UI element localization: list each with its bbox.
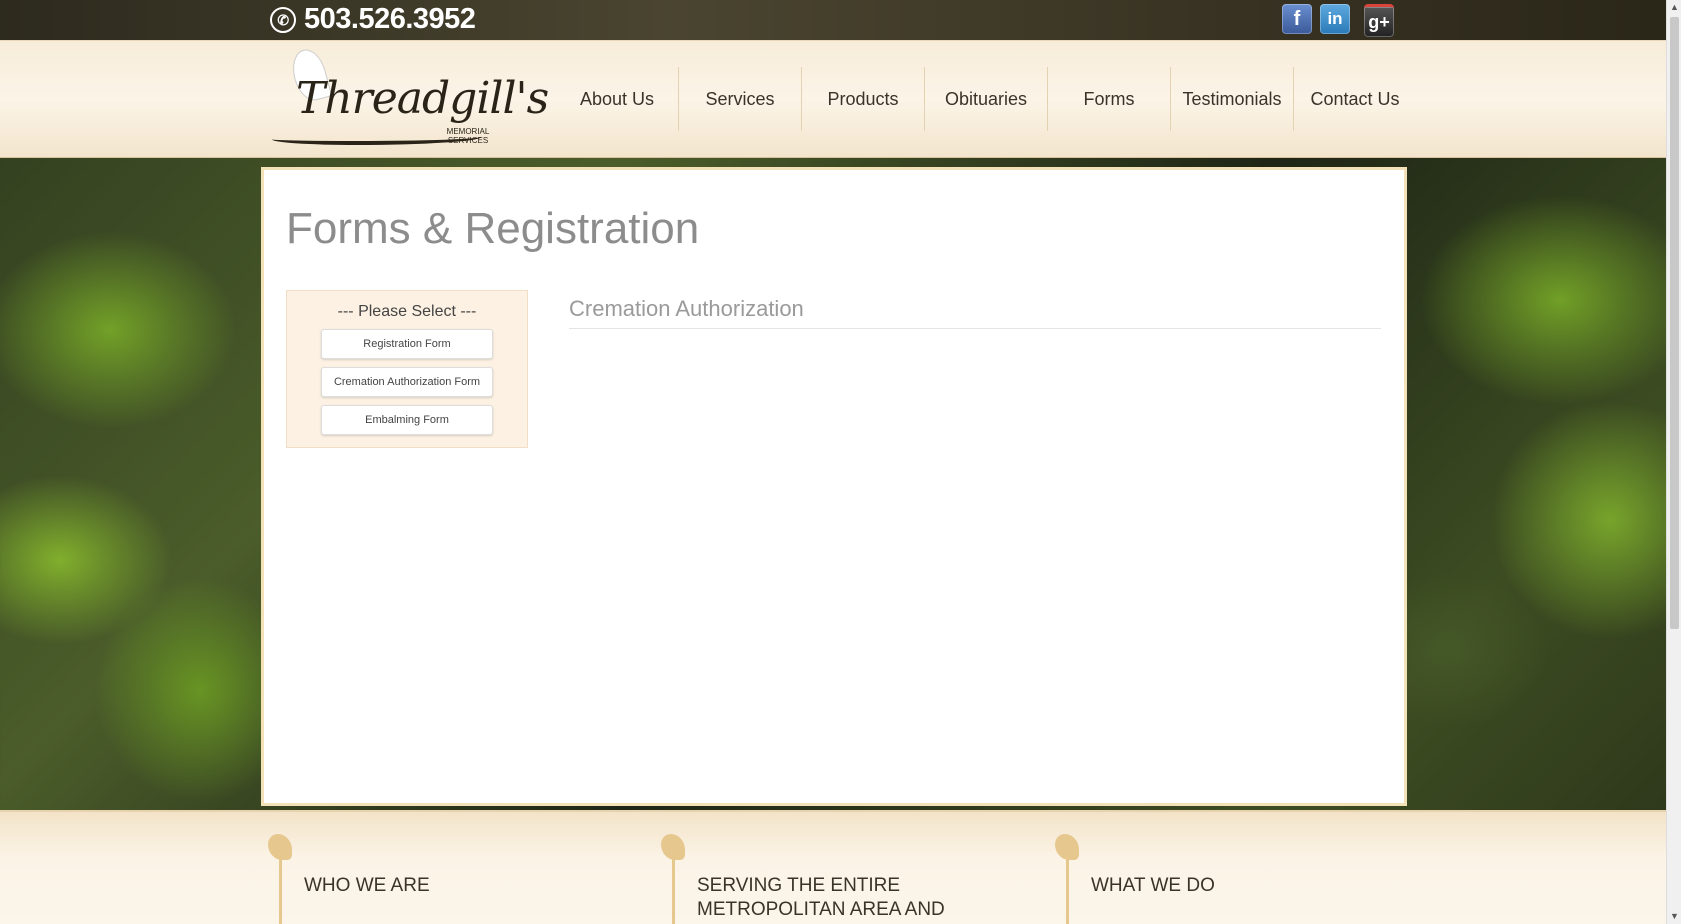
nav-about-us[interactable]: About Us [556, 67, 678, 131]
main-nav: About Us Services Products Obituaries Fo… [556, 67, 1416, 131]
footer-serving-area[interactable]: SERVING THE ENTIRE METROPOLITAN AREA AND… [661, 834, 967, 924]
vertical-scrollbar[interactable]: ▲ ▼ [1666, 0, 1681, 924]
select-title: --- Please Select --- [337, 303, 477, 320]
scroll-down-icon[interactable]: ▼ [1667, 909, 1681, 924]
content-panel: Forms & Registration --- Please Select -… [261, 167, 1407, 806]
form-select-box: --- Please Select --- Registration Form … [286, 290, 528, 448]
nav-contact-us[interactable]: Contact Us [1293, 67, 1416, 131]
top-bar: ✆ 503.526.3952 f in g+ [0, 0, 1668, 40]
embalming-form-button[interactable]: Embalming Form [321, 405, 493, 435]
site-header: Threadgill's MEMORIAL SERVICES About Us … [0, 40, 1666, 158]
footer-heading: WHAT WE DO [1091, 875, 1215, 896]
cremation-authorization-form-button[interactable]: Cremation Authorization Form [321, 367, 493, 397]
phone-icon: ✆ [270, 6, 296, 33]
logo-subtitle: MEMORIAL SERVICES [446, 127, 490, 145]
linkedin-icon[interactable]: in [1320, 4, 1350, 34]
phone-text: 503.526.3952 [304, 3, 476, 35]
phone-number[interactable]: ✆ 503.526.3952 [270, 3, 476, 36]
scroll-thumb[interactable] [1670, 17, 1679, 629]
footer-heading: SERVING THE ENTIRE METROPOLITAN AREA AND… [697, 875, 945, 924]
nav-services[interactable]: Services [678, 67, 801, 131]
page-title: Forms & Registration [286, 204, 700, 253]
site-logo[interactable]: Threadgill's MEMORIAL SERVICES [268, 45, 549, 149]
footer-heading: WHO WE ARE [304, 875, 430, 896]
scroll-up-icon[interactable]: ▲ [1667, 0, 1681, 15]
nav-products[interactable]: Products [801, 67, 924, 131]
lily-icon [268, 834, 294, 924]
lily-icon [1055, 834, 1081, 924]
logo-name: Threadgill's [296, 73, 549, 124]
nav-obituaries[interactable]: Obituaries [924, 67, 1047, 131]
site-footer: WHO WE ARE SERVING THE ENTIRE METROPOLIT… [0, 810, 1666, 924]
facebook-icon[interactable]: f [1282, 4, 1312, 34]
registration-form-button[interactable]: Registration Form [321, 329, 493, 359]
section-title: Cremation Authorization [569, 296, 1381, 329]
lily-icon [661, 834, 687, 924]
nav-forms[interactable]: Forms [1047, 67, 1170, 131]
nav-testimonials[interactable]: Testimonials [1170, 67, 1293, 131]
footer-what-we-do[interactable]: WHAT WE DO [1055, 834, 1215, 924]
google-plus-icon[interactable]: g+ [1364, 4, 1394, 37]
footer-who-we-are[interactable]: WHO WE ARE [268, 834, 430, 924]
